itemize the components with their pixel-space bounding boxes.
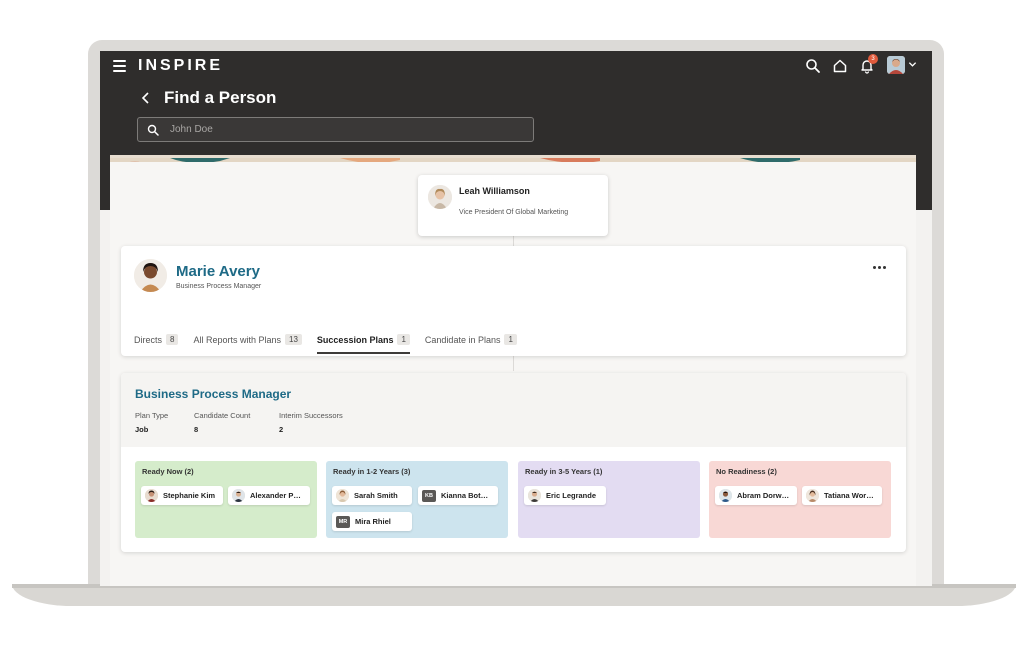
search-icon[interactable] xyxy=(805,58,821,74)
candidate-avatar xyxy=(145,489,158,502)
candidate-chip[interactable]: Alexander Park xyxy=(228,486,310,505)
laptop-base xyxy=(12,584,1016,606)
search-field[interactable] xyxy=(137,117,534,142)
person-card: Marie Avery Business Process Manager Dir… xyxy=(121,246,906,356)
candidate-count-label: Candidate Count xyxy=(194,411,251,420)
candidate-initials: KB xyxy=(422,489,436,502)
candidate-count: Candidate Count 8 xyxy=(194,411,250,434)
column-title: Ready Now (2) xyxy=(142,467,194,476)
interim-successors: Interim Successors 2 xyxy=(279,411,343,434)
plan-type-value: Job xyxy=(135,425,149,434)
tab-bar: Directs 8 All Reports with Plans 13 Succes… xyxy=(134,332,532,354)
plan-header: Business Process Manager Plan Type Job Ca… xyxy=(121,373,906,447)
app-screen: INSPIRE 3 Find a Person John Doe Leah Wi… xyxy=(100,51,932,586)
candidate-chip[interactable]: Sarah Smith xyxy=(332,486,412,505)
plan-type-label: Plan Type xyxy=(135,411,169,420)
chevron-down-icon[interactable] xyxy=(908,60,917,69)
candidate-avatar xyxy=(528,489,541,502)
page-title: Find a Person xyxy=(164,88,277,107)
notification-badge: 3 xyxy=(868,54,878,64)
search-input[interactable] xyxy=(170,118,525,141)
user-avatar[interactable] xyxy=(887,56,905,74)
plan-title[interactable]: Business Process Manager xyxy=(135,387,291,401)
candidate-avatar xyxy=(806,489,819,502)
interim-successors-label: Interim Successors xyxy=(279,411,343,420)
readiness-column-no-readiness: No Readiness (2) Abram Dorwart Tatiana W… xyxy=(709,461,891,538)
candidate-name: Tatiana Work... xyxy=(824,491,876,500)
manager-card[interactable]: Leah Williamson Vice President Of Global… xyxy=(418,175,608,236)
search-icon xyxy=(147,124,159,136)
tab-count: 1 xyxy=(504,334,517,345)
candidate-chip[interactable]: Abram Dorwart xyxy=(715,486,797,505)
top-bar: INSPIRE 3 xyxy=(100,51,932,83)
candidate-chip[interactable]: Eric Legrande xyxy=(524,486,606,505)
plan-type: Plan Type Job xyxy=(135,411,168,434)
manager-name: Leah Williamson xyxy=(459,186,530,196)
interim-successors-value: 2 xyxy=(279,425,284,434)
more-actions-icon[interactable] xyxy=(871,262,887,272)
tab-count: 8 xyxy=(166,334,179,345)
manager-title: Vice President Of Global Marketing xyxy=(459,209,569,216)
tab-all-reports-with-plans[interactable]: All Reports with Plans 13 xyxy=(193,332,302,354)
candidate-chip[interactable]: Stephanie Kim xyxy=(141,486,223,505)
candidate-name: Eric Legrande xyxy=(546,491,597,500)
candidate-count-value: 8 xyxy=(194,425,199,434)
tab-succession-plans[interactable]: Succession Plans 1 xyxy=(316,332,410,354)
menu-icon[interactable] xyxy=(113,60,126,72)
tab-directs[interactable]: Directs 8 xyxy=(134,332,179,354)
candidate-name: Alexander Park xyxy=(250,491,304,500)
tab-count: 13 xyxy=(285,334,302,345)
candidate-name: Stephanie Kim xyxy=(163,491,216,500)
succession-plan-card: Business Process Manager Plan Type Job Ca… xyxy=(121,373,906,552)
readiness-column-ready-3-5-years: Ready in 3-5 Years (1) Eric Legrande xyxy=(518,461,700,538)
manager-avatar xyxy=(428,185,452,209)
candidate-name: Sarah Smith xyxy=(354,491,398,500)
readiness-column-ready-now: Ready Now (2) Stephanie Kim Alexander Pa… xyxy=(135,461,317,538)
tab-label: All Reports with Plans xyxy=(193,335,282,345)
column-title: Ready in 1-2 Years (3) xyxy=(333,467,411,476)
candidate-avatar xyxy=(336,489,349,502)
tab-candidate-in-plans[interactable]: Candidate in Plans 1 xyxy=(425,332,517,354)
candidate-avatar xyxy=(232,489,245,502)
candidate-initials: MR xyxy=(336,515,350,528)
person-avatar xyxy=(134,259,167,292)
candidate-chip[interactable]: KB Kianna Botosh xyxy=(418,486,498,505)
candidate-chip[interactable]: Tatiana Work... xyxy=(802,486,882,505)
column-title: No Readiness (2) xyxy=(716,467,777,476)
candidate-name: Mira Rhiel xyxy=(355,517,391,526)
tab-label: Candidate in Plans xyxy=(424,335,501,345)
candidate-avatar xyxy=(719,489,732,502)
candidate-name: Abram Dorwart xyxy=(737,491,791,500)
notifications-button[interactable]: 3 xyxy=(859,54,878,74)
tab-count: 1 xyxy=(397,334,410,345)
column-title: Ready in 3-5 Years (1) xyxy=(525,467,603,476)
readiness-column-ready-1-2-years: Ready in 1-2 Years (3) Sarah Smith KB Ki… xyxy=(326,461,508,538)
tab-label: Directs xyxy=(134,335,163,345)
person-name: Marie Avery xyxy=(176,263,260,280)
candidate-name: Kianna Botosh xyxy=(441,491,492,500)
person-title: Business Process Manager xyxy=(176,283,262,290)
app-logo: INSPIRE xyxy=(138,57,224,74)
back-icon[interactable] xyxy=(140,91,152,105)
candidate-chip[interactable]: MR Mira Rhiel xyxy=(332,512,412,531)
tab-label: Succession Plans xyxy=(316,335,394,345)
home-icon[interactable] xyxy=(832,58,848,74)
